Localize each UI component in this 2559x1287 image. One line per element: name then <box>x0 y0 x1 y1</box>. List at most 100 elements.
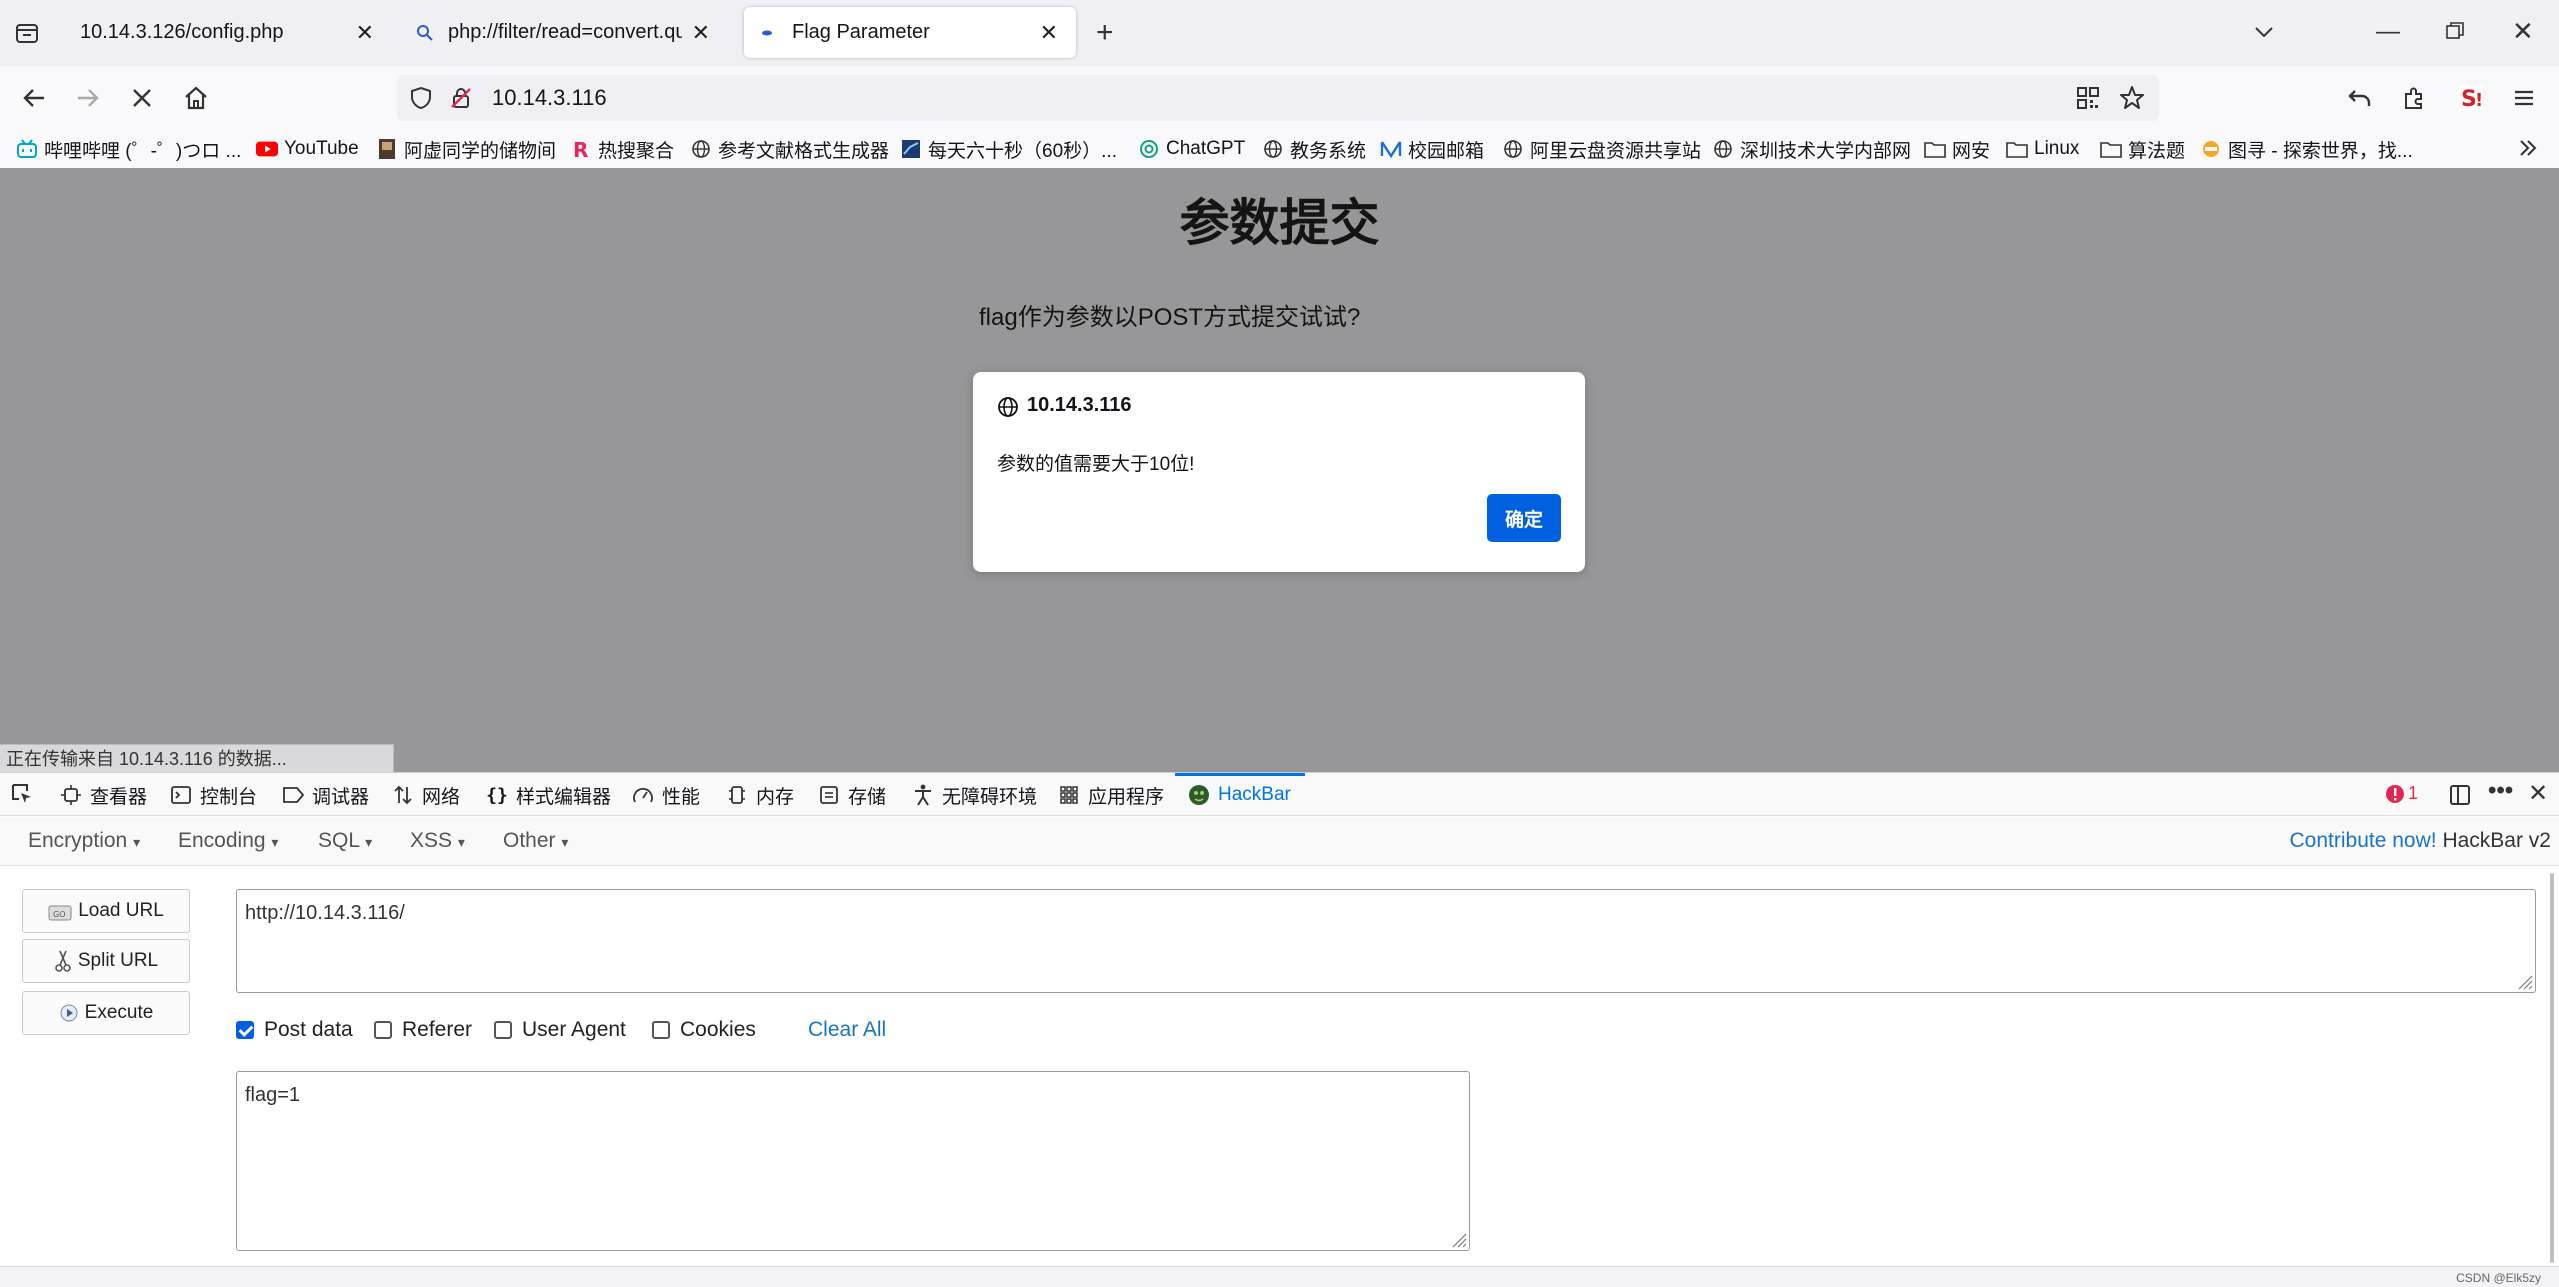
bilibili-icon <box>16 138 38 160</box>
bottom-status-bar <box>0 1266 2559 1287</box>
menu-sql[interactable]: SQL ▾ <box>318 829 372 853</box>
globe-icon <box>690 138 712 160</box>
dock-icon[interactable] <box>2448 783 2472 812</box>
bookmark-cankao[interactable]: 参考文献格式生成器 <box>690 134 889 164</box>
more-options-icon[interactable]: ••• <box>2488 777 2513 805</box>
insecure-lock-icon[interactable] <box>449 86 473 115</box>
bookmark-label: 哔哩哔哩 (゜-゜)つロ ... <box>44 140 242 162</box>
close-devtools-icon[interactable]: ✕ <box>2528 779 2548 808</box>
split-url-button[interactable]: Split URL <box>22 939 190 983</box>
tab-inspector[interactable]: 查看器 <box>60 781 147 809</box>
execute-button[interactable]: Execute <box>22 991 190 1035</box>
load-url-icon: GO <box>48 901 72 921</box>
youtube-icon <box>256 138 278 160</box>
tab-accessibility[interactable]: 无障碍环境 <box>912 781 1037 809</box>
tab-config[interactable]: 10.14.3.126/config.php ✕ <box>64 7 392 58</box>
option-post-data[interactable]: Post data <box>236 1018 353 1042</box>
menu-label: Other <box>503 829 556 852</box>
home-icon[interactable] <box>178 80 214 116</box>
scrollbar[interactable] <box>2550 873 2554 1263</box>
bookmark-star-icon[interactable] <box>2119 85 2145 116</box>
window-close-icon[interactable]: ✕ <box>2512 16 2534 47</box>
checkbox[interactable] <box>494 1021 512 1039</box>
close-icon[interactable]: ✕ <box>1040 20 1058 46</box>
contribute-link[interactable]: Contribute now! <box>2290 829 2437 852</box>
bookmark-folder-wangan[interactable]: 网安 <box>1924 134 1990 164</box>
bookmark-aliyun[interactable]: 阿里云盘资源共享站 <box>1502 134 1701 164</box>
new-tab-icon[interactable]: + <box>1096 16 1114 50</box>
bookmark-resou[interactable]: R 热搜聚合 <box>570 134 674 164</box>
menu-xss[interactable]: XSS ▾ <box>410 829 465 853</box>
bookmark-label: 热搜聚合 <box>598 140 675 162</box>
tab-network[interactable]: 网络 <box>392 781 460 809</box>
site-icon <box>2200 138 2222 160</box>
url-text[interactable]: 10.14.3.116 <box>492 85 607 111</box>
stop-loading-icon[interactable] <box>124 80 160 116</box>
bookmark-label: ChatGPT <box>1166 138 1246 159</box>
error-icon[interactable] <box>2384 783 2406 810</box>
bookmark-folder-linux[interactable]: Linux <box>2006 134 2079 164</box>
ok-button[interactable]: 确定 <box>1487 494 1561 542</box>
checkbox-checked[interactable] <box>236 1021 254 1039</box>
load-url-button[interactable]: GO Load URL <box>22 889 190 933</box>
page-content: 参数提交 flag作为参数以POST方式提交试试? 10.14.3.116 参数… <box>0 168 2559 772</box>
bookmark-bilibili[interactable]: 哔哩哔哩 (゜-゜)つロ ... <box>16 134 241 164</box>
option-user-agent[interactable]: User Agent <box>494 1018 626 1042</box>
bookmark-label: 阿里云盘资源共享站 <box>1530 140 1702 162</box>
tab-memory[interactable]: 内存 <box>726 781 794 809</box>
menu-encryption[interactable]: Encryption ▾ <box>28 829 140 853</box>
shield-icon[interactable] <box>409 86 433 115</box>
checkbox[interactable] <box>374 1021 392 1039</box>
loading-dot-icon <box>760 26 782 40</box>
devtools-tab-label: 样式编辑器 <box>516 786 612 808</box>
bookmark-youtube[interactable]: YouTube <box>256 134 359 164</box>
bookmark-tuxun[interactable]: 图寻 - 探索世界，找... <box>2200 134 2413 164</box>
resize-grip-icon[interactable] <box>1449 1230 1467 1248</box>
devtools-tab-label: 无障碍环境 <box>942 786 1038 808</box>
back-icon[interactable] <box>16 80 52 116</box>
bookmark-folder-suanfa[interactable]: 算法题 <box>2100 134 2185 164</box>
s-extension-icon[interactable]: S! <box>2452 80 2488 116</box>
clear-all-link[interactable]: Clear All <box>808 1018 886 1042</box>
tab-overview-icon[interactable] <box>14 20 40 51</box>
forward-icon[interactable] <box>70 80 106 116</box>
watermark: CSDN @Elk5zy <box>2456 1271 2541 1285</box>
error-count[interactable]: 1 <box>2408 783 2418 804</box>
tab-performance[interactable]: 性能 <box>632 781 700 809</box>
close-icon[interactable]: ✕ <box>356 20 374 46</box>
menu-other[interactable]: Other ▾ <box>503 829 568 853</box>
tab-console[interactable]: 控制台 <box>170 781 257 809</box>
option-cookies[interactable]: Cookies <box>652 1018 756 1042</box>
chevron-down-icon[interactable] <box>2252 20 2276 49</box>
qr-code-icon[interactable] <box>2077 87 2099 114</box>
tab-flag-parameter[interactable]: Flag Parameter ✕ <box>744 7 1076 58</box>
bookmarks-overflow-icon[interactable] <box>2516 136 2540 165</box>
resize-grip-icon[interactable] <box>2515 972 2533 990</box>
option-referer[interactable]: Referer <box>374 1018 472 1042</box>
element-picker-icon[interactable] <box>10 782 34 811</box>
close-icon[interactable]: ✕ <box>692 20 710 46</box>
post-data-textarea[interactable]: flag=1 <box>236 1071 1470 1251</box>
menu-encoding[interactable]: Encoding ▾ <box>178 829 278 853</box>
bookmark-jiaowu[interactable]: 教务系统 <box>1262 134 1366 164</box>
minimize-icon[interactable]: — <box>2376 18 2400 46</box>
tab-style-editor[interactable]: {} 样式编辑器 <box>486 781 611 809</box>
extensions-icon[interactable] <box>2396 80 2432 116</box>
tab-storage[interactable]: 存储 <box>818 781 886 809</box>
tab-hackbar[interactable]: HackBar <box>1188 781 1291 809</box>
devtools-tab-label: 控制台 <box>200 786 258 808</box>
url-textarea[interactable]: http://10.14.3.116/ <box>236 889 2536 993</box>
bookmark-mail[interactable]: 校园邮箱 <box>1380 134 1484 164</box>
tab-filter[interactable]: php://filter/read=convert.quoted-printab… <box>400 7 728 58</box>
bookmark-sztu[interactable]: 深圳技术大学内部网 <box>1712 134 1911 164</box>
tab-application[interactable]: 应用程序 <box>1058 781 1164 809</box>
menu-icon[interactable] <box>2506 80 2542 116</box>
undo-icon[interactable] <box>2342 80 2378 116</box>
bookmark-axu[interactable]: 阿虚同学的储物间 <box>376 134 556 164</box>
checkbox[interactable] <box>652 1021 670 1039</box>
bookmark-chatgpt[interactable]: ChatGPT <box>1138 134 1245 164</box>
address-bar[interactable]: 10.14.3.116 <box>397 75 2159 121</box>
restore-icon[interactable] <box>2444 20 2466 47</box>
bookmark-60s[interactable]: 每天六十秒（60秒）... <box>900 134 1117 164</box>
tab-debugger[interactable]: 调试器 <box>282 781 369 809</box>
